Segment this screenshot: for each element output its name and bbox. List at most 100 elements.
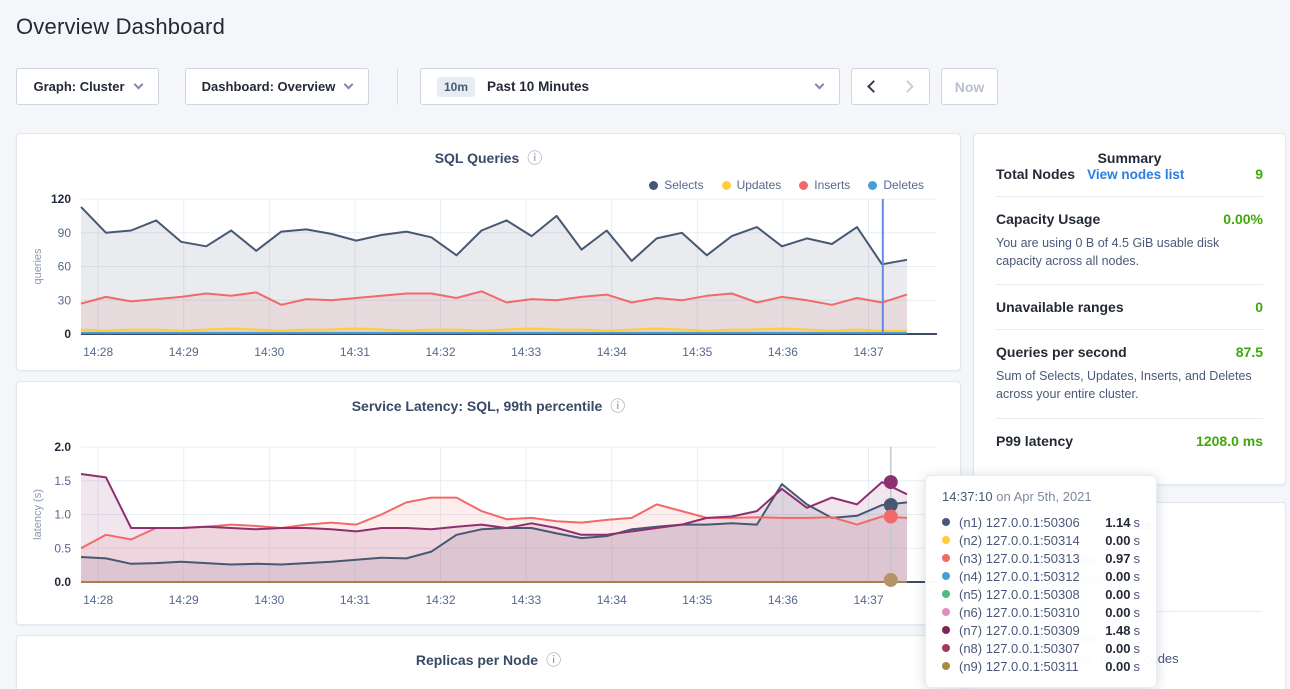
svg-text:90: 90 <box>58 226 72 240</box>
svg-text:14:33: 14:33 <box>511 593 541 607</box>
summary-divider <box>996 329 1263 330</box>
tooltip-row: (n7) 127.0.0.1:503091.48s <box>942 621 1140 639</box>
svg-text:2.0: 2.0 <box>54 440 71 454</box>
service-latency-title: Service Latency: SQL, 99th percentile ⓘ <box>17 398 960 414</box>
dashboard-label: Dashboard: Overview <box>202 79 336 94</box>
qps-value: 87.5 <box>1236 344 1263 360</box>
svg-text:0.0: 0.0 <box>54 575 71 589</box>
svg-text:14:37: 14:37 <box>854 593 884 607</box>
svg-text:14:31: 14:31 <box>340 593 370 607</box>
chevron-left-icon <box>867 80 880 93</box>
tooltip-row: (n6) 127.0.0.1:503100.00s <box>942 603 1140 621</box>
svg-text:14:29: 14:29 <box>169 593 199 607</box>
svg-text:0: 0 <box>64 327 71 341</box>
svg-text:14:35: 14:35 <box>682 345 712 359</box>
graph-scope-label: Graph: Cluster <box>33 79 124 94</box>
capacity-label: Capacity Usage <box>996 211 1100 227</box>
svg-text:14:28: 14:28 <box>83 593 113 607</box>
svg-text:latency (s): latency (s) <box>32 489 44 540</box>
summary-row-qps: Queries per second 87.5 <box>996 344 1263 360</box>
chevron-down-icon <box>815 80 825 90</box>
sql-queries-title: SQL Queries ⓘ <box>17 150 960 166</box>
svg-text:14:34: 14:34 <box>597 345 627 359</box>
p99-latency-value: 1208.0 ms <box>1196 433 1263 449</box>
series-dot-icon <box>942 518 950 526</box>
info-icon[interactable]: ⓘ <box>527 151 542 166</box>
tooltip-row: (n9) 127.0.0.1:503110.00s <box>942 657 1140 675</box>
series-dot-icon <box>942 626 950 634</box>
series-dot-icon <box>942 590 950 598</box>
svg-text:14:29: 14:29 <box>169 345 199 359</box>
svg-text:60: 60 <box>58 260 72 274</box>
chevron-down-icon <box>344 80 354 90</box>
time-next-button[interactable] <box>890 68 930 105</box>
now-button[interactable]: Now <box>941 68 998 105</box>
svg-text:30: 30 <box>58 293 72 307</box>
summary-divider <box>996 284 1263 285</box>
series-dot-icon <box>942 662 950 670</box>
capacity-desc: You are using 0 B of 4.5 GiB usable disk… <box>996 234 1263 270</box>
unavailable-ranges-value: 0 <box>1255 299 1263 315</box>
series-dot-icon <box>942 644 950 652</box>
time-prev-button[interactable] <box>851 68 891 105</box>
chart-hover-tooltip: 14:37:10 on Apr 5th, 2021 (n1) 127.0.0.1… <box>925 475 1157 688</box>
svg-text:14:36: 14:36 <box>768 345 798 359</box>
summary-panel: Summary Total Nodes View nodes list 9 Ca… <box>973 133 1286 485</box>
replicas-per-node-panel: Replicas per Node ⓘ <box>16 635 961 689</box>
view-nodes-list-link[interactable]: View nodes list <box>1087 167 1184 182</box>
summary-title: Summary <box>996 150 1263 166</box>
time-range-label: Past 10 Minutes <box>487 79 589 94</box>
tooltip-row: (n8) 127.0.0.1:503070.00s <box>942 639 1140 657</box>
time-range-dropdown[interactable]: 10m Past 10 Minutes <box>420 68 840 105</box>
svg-text:14:37: 14:37 <box>854 345 884 359</box>
qps-label: Queries per second <box>996 344 1127 360</box>
summary-row-p99: P99 latency 1208.0 ms <box>996 433 1263 449</box>
tooltip-row: (n1) 127.0.0.1:503061.14s <box>942 513 1140 531</box>
dashboard-controls: Graph: Cluster Dashboard: Overview 10m P… <box>0 68 1290 105</box>
service-latency-chart[interactable]: 14:2814:2914:3014:3114:3214:3314:3414:35… <box>17 437 962 617</box>
svg-text:14:36: 14:36 <box>768 593 798 607</box>
tooltip-row: (n4) 127.0.0.1:503120.00s <box>942 567 1140 585</box>
svg-text:14:30: 14:30 <box>254 345 284 359</box>
qps-desc: Sum of Selects, Updates, Inserts, and De… <box>996 367 1263 403</box>
total-nodes-value: 9 <box>1255 166 1263 182</box>
tooltip-rows: (n1) 127.0.0.1:503061.14s(n2) 127.0.0.1:… <box>942 513 1140 675</box>
svg-text:14:30: 14:30 <box>254 593 284 607</box>
svg-text:1.0: 1.0 <box>54 508 71 522</box>
chevron-down-icon <box>133 80 143 90</box>
sql-queries-chart[interactable]: 14:28 14:29 14:30 14:31 14:32 14:33 14:34 14:35… <box>17 189 962 369</box>
tooltip-row: (n5) 127.0.0.1:503080.00s <box>942 585 1140 603</box>
info-icon[interactable]: ⓘ <box>546 653 561 668</box>
capacity-value: 0.00% <box>1223 211 1263 227</box>
tooltip-row: (n3) 127.0.0.1:503130.97s <box>942 549 1140 567</box>
svg-text:14:32: 14:32 <box>426 593 456 607</box>
svg-text:queries: queries <box>32 248 44 285</box>
summary-row-total-nodes: Total Nodes View nodes list 9 <box>996 166 1263 182</box>
sql-queries-panel: SQL Queries ⓘ SelectsUpdatesInsertsDelet… <box>16 133 961 371</box>
time-range-badge: 10m <box>437 77 475 97</box>
total-nodes-label: Total Nodes <box>996 166 1075 182</box>
page-title: Overview Dashboard <box>16 14 225 40</box>
svg-text:14:31: 14:31 <box>340 345 370 359</box>
svg-text:14:33: 14:33 <box>511 345 541 359</box>
chevron-right-icon <box>901 80 914 93</box>
replicas-per-node-title: Replicas per Node ⓘ <box>17 652 960 668</box>
unavailable-ranges-label: Unavailable ranges <box>996 299 1124 315</box>
info-icon[interactable]: ⓘ <box>610 399 625 414</box>
series-dot-icon <box>942 572 950 580</box>
svg-text:1.5: 1.5 <box>54 474 71 488</box>
svg-text:14:28: 14:28 <box>83 345 113 359</box>
service-latency-panel: Service Latency: SQL, 99th percentile ⓘ … <box>16 381 961 625</box>
svg-text:14:34: 14:34 <box>597 593 627 607</box>
tooltip-row: (n2) 127.0.0.1:503140.00s <box>942 531 1140 549</box>
overview-dashboard-page: Overview Dashboard Graph: Cluster Dashbo… <box>0 0 1290 689</box>
summary-row-unavailable-ranges: Unavailable ranges 0 <box>996 299 1263 315</box>
series-dot-icon <box>942 536 950 544</box>
dashboard-dropdown[interactable]: Dashboard: Overview <box>185 68 369 105</box>
graph-scope-dropdown[interactable]: Graph: Cluster <box>16 68 159 105</box>
controls-divider <box>397 68 398 105</box>
svg-text:0.5: 0.5 <box>54 541 71 555</box>
summary-row-capacity: Capacity Usage 0.00% <box>996 211 1263 227</box>
series-dot-icon <box>942 554 950 562</box>
svg-text:14:32: 14:32 <box>426 345 456 359</box>
